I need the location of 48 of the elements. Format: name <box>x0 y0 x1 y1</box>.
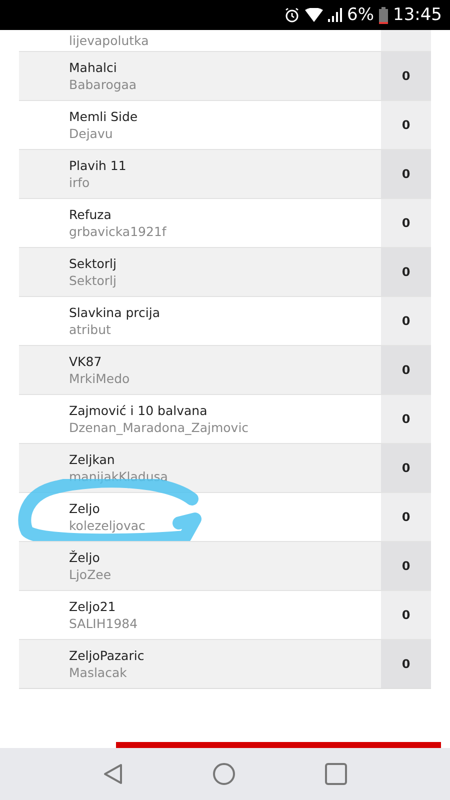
wifi-icon <box>305 8 324 22</box>
username: kolezeljovac <box>69 518 146 533</box>
team-name: Plavih 11 <box>69 158 128 173</box>
username: LjoZee <box>69 567 112 582</box>
username: SALIH1984 <box>69 616 139 631</box>
score-cell: 0 <box>381 493 431 541</box>
score-cell: 0 <box>381 444 431 492</box>
team-name: Željo <box>69 550 101 565</box>
team-name: Mahalci <box>69 60 118 75</box>
battery-percent: 6% <box>347 5 374 25</box>
score-cell: 0 <box>381 52 431 100</box>
score-cell: 0 <box>381 297 431 345</box>
username: Babarogaa <box>69 77 138 92</box>
score-cell: 0 <box>381 199 431 247</box>
team-name: VK87 <box>69 354 103 369</box>
recents-icon[interactable] <box>325 763 347 785</box>
team-name: Slavkina prcija <box>69 305 162 320</box>
username: grbavicka1921f <box>69 224 168 239</box>
home-icon[interactable] <box>213 763 235 785</box>
team-name: Zeljo21 <box>69 599 117 614</box>
score-cell: 0 <box>381 542 431 590</box>
clock-time: 13:45 <box>393 5 442 25</box>
username: MrkiMedo <box>69 371 131 386</box>
username: atribut <box>69 322 112 337</box>
username: Maslacak <box>69 665 128 680</box>
username: lijevapolutka <box>69 33 150 48</box>
battery-icon <box>379 6 388 24</box>
score-cell: 0 <box>381 150 431 198</box>
signal-icon <box>328 8 342 22</box>
team-name: Zajmović i 10 balvana <box>69 403 208 418</box>
score-cell: 0 <box>381 640 431 688</box>
score-cell: 0 <box>381 395 431 443</box>
team-name: Zeljkan <box>69 452 116 467</box>
score-cell: 0 <box>381 591 431 639</box>
team-name: Refuza <box>69 207 112 222</box>
username: Dzenan_Maradona_Zajmovic <box>69 420 250 435</box>
alarm-icon <box>284 7 300 23</box>
username: Dejavu <box>69 126 114 141</box>
team-name: Sektorlj <box>69 256 118 271</box>
score-cell: 0 <box>381 248 431 296</box>
team-name: Zeljo <box>69 501 101 516</box>
score-cell: 0 <box>381 101 431 149</box>
team-name: Memli Side <box>69 109 139 124</box>
username: Sektorlj <box>69 273 118 288</box>
score-cell: 0 <box>381 346 431 394</box>
back-icon[interactable] <box>103 763 123 785</box>
username: irfo <box>69 175 91 190</box>
team-name: ZeljoPazaric <box>69 648 146 663</box>
